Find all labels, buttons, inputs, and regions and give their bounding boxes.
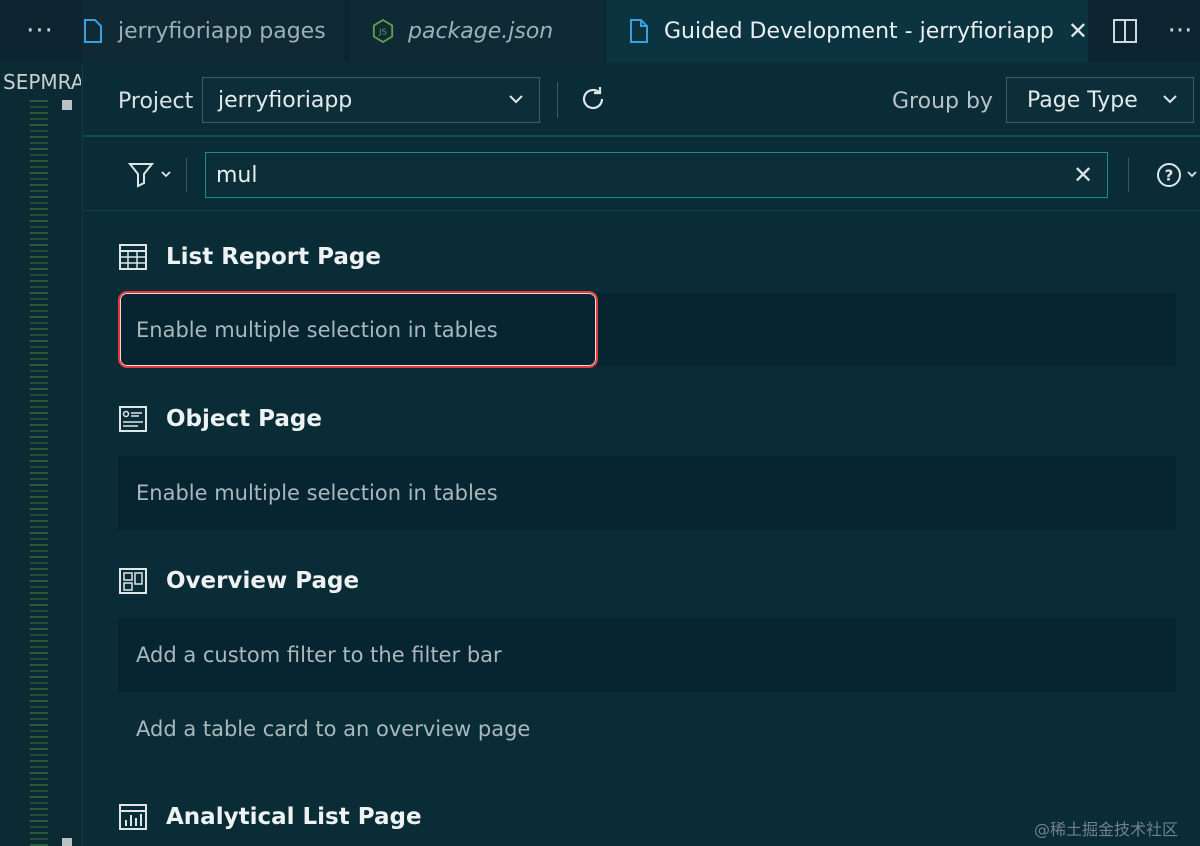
project-select-value: jerryfioriapp bbox=[218, 87, 353, 113]
list-report-icon bbox=[119, 244, 147, 270]
highlight-annotation bbox=[118, 291, 598, 368]
file-icon bbox=[84, 19, 102, 43]
filter-icon[interactable] bbox=[126, 160, 174, 190]
editor-more-actions-button[interactable]: ··· bbox=[1160, 0, 1200, 62]
tab-package-json[interactable]: JS package.json bbox=[350, 0, 605, 62]
split-editor-icon[interactable] bbox=[1108, 16, 1142, 46]
analytical-list-icon bbox=[119, 804, 147, 830]
chevron-down-icon bbox=[509, 95, 523, 104]
guide-item-label: Add a table card to an overview page bbox=[136, 717, 531, 741]
clear-search-icon[interactable]: ✕ bbox=[1070, 161, 1096, 189]
project-label: Project bbox=[118, 89, 194, 114]
overview-page-icon bbox=[119, 568, 147, 594]
tab-label: Guided Development - jerryfioriapp bbox=[664, 18, 1054, 44]
scrollbar-thumb-bottom[interactable] bbox=[62, 838, 72, 846]
guide-item[interactable]: Enable multiple selection in tables bbox=[118, 456, 1176, 530]
group-by-select-value: Page Type bbox=[1027, 87, 1138, 113]
panel-divider[interactable] bbox=[82, 62, 83, 846]
toolbar-separator bbox=[557, 82, 558, 118]
help-icon[interactable]: ? bbox=[1156, 160, 1200, 190]
search-input[interactable]: mul bbox=[205, 152, 1108, 198]
section-header-analytical-list: Analytical List Page bbox=[118, 802, 422, 832]
close-tab-icon[interactable]: ✕ bbox=[1068, 17, 1088, 45]
group-by-select[interactable]: Page Type bbox=[1006, 77, 1194, 123]
guide-item[interactable]: Add a table card to an overview page bbox=[118, 692, 1176, 766]
explorer-title: SEPMRA bbox=[3, 70, 81, 94]
scrollbar-thumb[interactable] bbox=[62, 100, 72, 110]
section-title: Object Page bbox=[166, 406, 322, 432]
tab-label: jerryfioriapp pages bbox=[118, 18, 326, 44]
watermark: @稀土掘金技术社区 bbox=[1034, 820, 1179, 839]
search-input-value: mul bbox=[216, 162, 258, 188]
toolbar-separator bbox=[1128, 158, 1129, 192]
section-header-list-report: List Report Page bbox=[118, 242, 381, 272]
svg-text:JS: JS bbox=[378, 27, 387, 37]
section-title: Analytical List Page bbox=[166, 804, 422, 830]
more-actions-button[interactable]: ··· bbox=[0, 0, 80, 62]
tab-jerryfioriapp-pages[interactable]: jerryfioriapp pages bbox=[82, 0, 344, 62]
file-icon bbox=[630, 19, 648, 43]
section-header-overview-page: Overview Page bbox=[118, 566, 359, 596]
section-title: Overview Page bbox=[166, 568, 360, 594]
chevron-down-icon bbox=[1163, 95, 1177, 104]
project-select[interactable]: jerryfioriapp bbox=[202, 77, 540, 123]
toolbar-divider bbox=[84, 135, 1200, 137]
section-header-object-page: Object Page bbox=[118, 404, 322, 434]
section-title: List Report Page bbox=[166, 244, 381, 270]
search-divider bbox=[84, 210, 1200, 211]
nodejs-icon: JS bbox=[372, 18, 394, 44]
guide-item-label: Add a custom filter to the filter bar bbox=[136, 643, 502, 667]
group-by-label: Group by bbox=[892, 89, 993, 114]
explorer-tree[interactable] bbox=[30, 100, 48, 846]
svg-text:?: ? bbox=[1165, 167, 1174, 185]
guide-item[interactable]: Add a custom filter to the filter bar bbox=[118, 618, 1176, 692]
toolbar-separator bbox=[186, 158, 187, 192]
tab-label: package.json bbox=[408, 18, 554, 44]
object-page-icon bbox=[119, 406, 147, 432]
tab-guided-development[interactable]: Guided Development - jerryfioriapp ✕ bbox=[606, 0, 1088, 62]
guide-item-label: Enable multiple selection in tables bbox=[136, 481, 498, 505]
refresh-icon[interactable] bbox=[578, 84, 608, 114]
